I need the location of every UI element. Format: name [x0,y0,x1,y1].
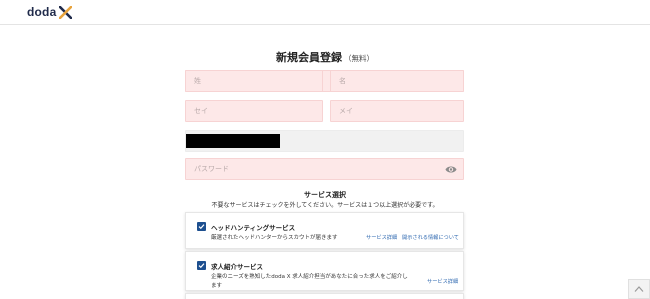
site-header: doda [0,0,650,25]
last-name-kana-placeholder: セイ [194,107,208,115]
logo-x-mark-icon [59,5,73,19]
check-icon [198,263,205,269]
eye-icon[interactable] [445,164,457,175]
last-name-kana-input[interactable]: セイ [185,100,323,122]
first-name-placeholder: 名 [339,77,346,85]
doda-x-logo[interactable]: doda [27,4,73,20]
redacted-email-value [186,134,280,148]
check-icon [198,224,205,230]
headhunting-service-name: ヘッドハンティングサービス [211,224,296,232]
service-card-headhunting: ヘッドハンティングサービス 厳選されたヘッドハンターからスカウトが届きます サー… [185,212,464,249]
first-name-kana-input[interactable]: メイ [330,100,464,122]
headhunting-detail-link[interactable]: サービス詳細 [366,234,397,241]
first-name-kana-placeholder: メイ [339,107,353,115]
service-card-job-referral: 求人紹介サービス 企業のニーズを熟知したdoda X 求人紹介担当があなたに合っ… [185,251,464,291]
title-main: 新規会員登録 [276,51,342,64]
title-free-note: （無料） [344,54,374,63]
scroll-to-top-button[interactable] [628,279,650,299]
chevron-up-icon [634,286,644,292]
headhunting-checkbox[interactable] [197,222,206,231]
service-selection-note: 不要なサービスはチェックを外してください。サービスは１つ以上選択が必要です。 [211,202,439,209]
service-card-partial [185,293,464,299]
logo-text: doda [27,5,57,19]
password-input[interactable]: パスワード [185,158,464,180]
job-referral-checkbox[interactable] [197,261,206,270]
last-name-input[interactable]: 姓 [185,70,323,92]
service-selection-heading: サービス選択 [304,191,346,199]
page-title: 新規会員登録 （無料） [0,49,650,65]
first-name-input[interactable]: 名 [330,70,464,92]
password-placeholder: パスワード [194,165,229,173]
job-referral-service-description: 企業のニーズを熟知したdoda X 求人紹介担当があなたに合った求人をご紹介しま… [211,274,408,289]
disclosed-info-link[interactable]: 開示される情報について [402,234,459,241]
job-referral-service-name: 求人紹介サービス [211,263,263,271]
last-name-placeholder: 姓 [194,77,201,85]
job-referral-detail-link[interactable]: サービス詳細 [427,278,458,285]
